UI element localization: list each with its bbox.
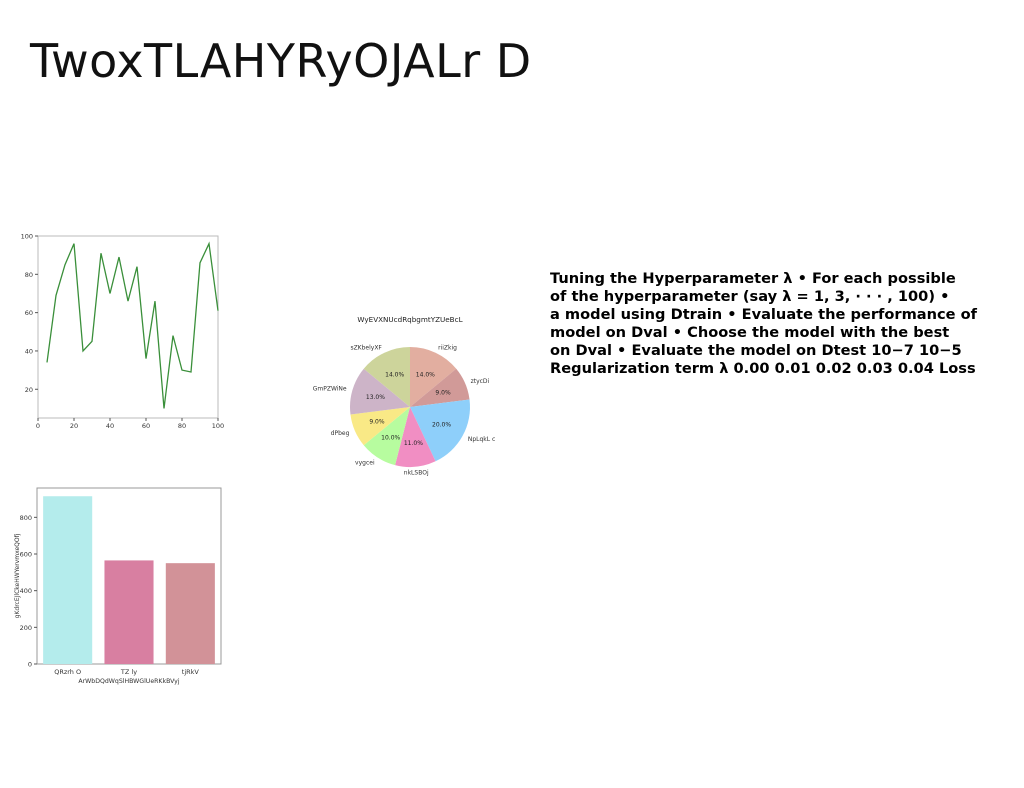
pie-value-label: 20.0%: [432, 421, 451, 428]
bar-y-tick-label: 800: [20, 514, 32, 522]
pie-slice-label: riiZkig: [438, 344, 457, 351]
bar-y-tick-label: 200: [20, 624, 32, 632]
pie-value-label: 11.0%: [404, 440, 423, 447]
line-x-tick-label: 20: [70, 422, 78, 430]
pie-value-label: 14.0%: [385, 371, 404, 378]
line-x-tick-label: 100: [212, 422, 224, 430]
line-x-tick-label: 40: [106, 422, 114, 430]
slide-title: TwoxTLAHYRyOJALr D: [30, 34, 532, 88]
line-x-tick-label: 0: [36, 422, 40, 430]
bar: [43, 496, 93, 664]
line-y-tick-label: 60: [25, 309, 33, 317]
bar-x-tick-label: TZ ly: [120, 668, 137, 676]
line-x-tick-label: 60: [142, 422, 150, 430]
pie-slice-label: GmPZWiNe: [313, 386, 347, 393]
pie-slice-label: dPbeg: [331, 430, 350, 437]
pie-slice-label: NpLqkL c: [468, 436, 495, 443]
bar: [104, 560, 154, 664]
bar-y-tick-label: 400: [20, 587, 32, 595]
bar-y-tick-label: 600: [20, 551, 32, 559]
bar-y-tick-label: 0: [28, 661, 32, 669]
line-y-tick-label: 100: [21, 233, 33, 241]
pie-slice-label: nkLSBOj: [404, 470, 429, 477]
bar: [165, 563, 215, 664]
line-y-tick-label: 20: [25, 386, 33, 394]
pie-value-label: 9.0%: [435, 390, 451, 397]
pie-slice-label: sZKbelyXF: [350, 344, 382, 351]
pie-value-label: 9.0%: [369, 418, 385, 425]
bar-y-axis-label: gKdrcEJlCkeHWYervmxeQOfj: [14, 533, 21, 618]
bar-chart: 0 200 400 600 800 QRzrh O TZ ly tjRkVArWbDQdWqS…: [8, 480, 230, 690]
pie-value-label: 14.0%: [416, 371, 435, 378]
bar-x-tick-label: QRzrh O: [54, 668, 81, 676]
slide-body-text: Tuning the Hyperparameter λ • For each p…: [550, 270, 978, 377]
line-y-tick-label: 40: [25, 347, 33, 355]
line-chart: 20 40 60 80 100 0 20 40 60 80 100: [14, 230, 226, 435]
pie-slice-label: vygcei: [355, 460, 375, 467]
bar-x-tick-label: tjRkV: [182, 668, 200, 676]
pie-value-label: 13.0%: [366, 394, 385, 401]
pie-title: WyEVXNUcdRqbgmtYZUeBcL: [357, 315, 462, 324]
line-y-tick-label: 80: [25, 271, 33, 279]
pie-slice-label: ztycDi: [471, 378, 490, 385]
pie-value-label: 10.0%: [381, 434, 400, 441]
line-x-tick-label: 80: [178, 422, 186, 430]
line-series: [46, 241, 219, 409]
pie-chart: WyEVXNUcdRqbgmtYZUeBcL 14.0% riiZkig 9.0% zt…: [310, 310, 510, 515]
bar-x-axis-label: ArWbDQdWqSlHBWGlUeRKkBVyj: [78, 678, 179, 685]
